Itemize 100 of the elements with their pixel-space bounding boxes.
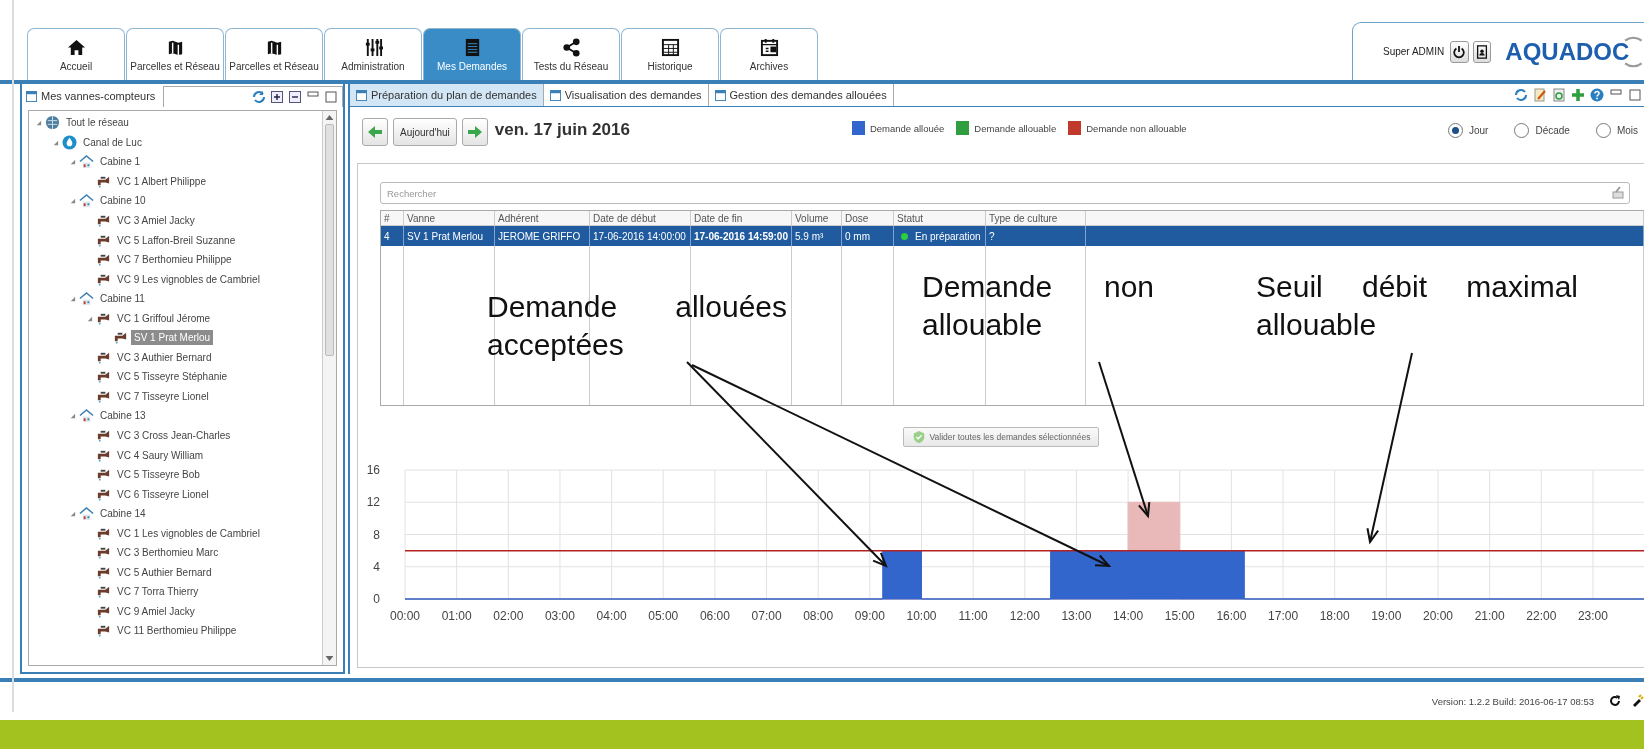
house-icon [79,193,94,209]
expand-toggle-icon[interactable] [86,314,93,322]
tree-item[interactable]: VC 5 Authier Bernard [114,564,215,580]
x-tick-label: 14:00 [1113,609,1144,623]
left-arrow-icon [367,124,383,140]
tree-item[interactable]: Canal de Luc [80,134,145,150]
tree-item[interactable]: Cabine 13 [97,408,149,424]
profile-button[interactable] [1472,40,1492,63]
column-header[interactable]: Date de fin [690,211,792,226]
nav-tab[interactable]: Archives [720,28,818,80]
window-icon [549,89,561,101]
column-header[interactable]: Vanne [403,211,495,226]
search-field[interactable]: Rechercher [380,182,1630,204]
tree-item[interactable]: Cabine 14 [97,506,149,522]
refresh-icon[interactable] [1514,88,1528,102]
legend-label: Demande allouable [974,122,1057,134]
home-icon [66,37,86,57]
next-day-button[interactable] [461,118,488,146]
column-header[interactable]: # [381,211,404,226]
maximize-icon[interactable] [1628,88,1642,102]
reload-icon[interactable] [1608,694,1622,708]
tree-item[interactable]: VC 5 Tisseyre Stéphanie [114,369,231,385]
column-header[interactable]: Volume [791,211,842,226]
collapse-all-icon[interactable] [288,89,302,104]
tap-icon [96,252,111,268]
status-dot-icon [901,232,908,240]
tree-item[interactable]: VC 7 Berthomieu Philippe [114,252,235,268]
nav-tab[interactable]: Accueil [27,28,125,80]
expand-toggle-icon[interactable] [52,138,59,146]
column-header[interactable]: Type de culture [985,211,1086,226]
tree-item[interactable]: VC 9 Amiel Jacky [114,603,198,619]
eraser-icon[interactable] [1611,186,1625,200]
x-tick-label: 07:00 [751,609,782,623]
column-header[interactable]: Dose [841,211,894,226]
previous-day-button[interactable] [362,118,388,146]
tree-item[interactable]: VC 11 Berthomieu Philippe [114,623,240,639]
tree-item[interactable]: VC 9 Les vignobles de Cambriel [114,271,263,287]
x-tick-label: 02:00 [493,609,524,623]
tree-item[interactable]: VC 3 Authier Bernard [114,349,215,365]
tree-item[interactable]: VC 1 Les vignobles de Cambriel [114,525,263,541]
tree-item[interactable]: VC 7 Torra Thierry [114,584,202,600]
power-button[interactable] [1450,40,1469,63]
annotation-text: Demande non allouable [922,269,1154,343]
tree-item[interactable]: VC 3 Amiel Jacky [114,213,198,228]
x-tick-label: 23:00 [1577,609,1608,623]
tree-item[interactable]: VC 3 Berthomieu Marc [114,545,222,561]
nav-tab[interactable]: Parcelles et Réseau [126,28,224,80]
refresh-icon[interactable] [252,89,266,104]
period-radio[interactable]: Jour [1441,122,1495,138]
x-tick-label: 22:00 [1526,609,1557,623]
y-tick-label: 0 [373,592,380,606]
expand-toggle-icon[interactable] [69,197,76,205]
recycle-icon[interactable] [1552,88,1566,102]
expand-toggle-icon[interactable] [69,158,76,166]
tree-item[interactable]: VC 1 Griffoul Jérome [114,310,214,326]
tree-item[interactable]: VC 4 Saury William [114,447,207,463]
today-button[interactable]: Aujourd'hui [393,118,457,146]
tree-item[interactable]: Tout le réseau [63,115,132,131]
period-radio[interactable]: Mois [1589,122,1644,138]
table-row[interactable]: 4 SV 1 Prat Merlou JEROME GRIFFO 17-06-2016 14:00:00 17-06-2016 14:59:00 5.9 m³ 0 mm En préparation ? [381,225,1644,246]
expand-toggle-icon[interactable] [69,412,76,420]
tree-item[interactable]: VC 1 Albert Philippe [114,173,209,189]
annotation-text: Seuil débit maximal allouable [1256,269,1578,343]
tree-item[interactable]: VC 5 Tisseyre Bob [114,467,203,483]
expand-toggle-icon[interactable] [69,295,76,303]
x-tick-label: 03:00 [544,609,575,623]
tree-item[interactable]: Cabine 11 [97,291,148,307]
house-icon [79,506,94,522]
expand-all-icon[interactable] [270,89,284,104]
period-radio[interactable]: Décade [1508,122,1576,138]
column-header[interactable]: Date de début [589,211,691,226]
nav-tab[interactable]: Mes Demandes [423,28,521,80]
right-arrow-icon [466,124,483,140]
maximize-icon[interactable] [324,89,338,104]
tree-item[interactable]: VC 5 Laffon-Breil Suzanne [114,232,239,248]
tree-item[interactable]: Cabine 10 [97,193,149,209]
edit-icon[interactable] [1533,88,1547,102]
x-tick-label: 15:00 [1164,609,1195,623]
tap-icon [96,623,111,639]
nav-tab[interactable]: Parcelles et Réseau [225,28,323,80]
tree-item[interactable]: VC 6 Tisseyre Lionel [114,486,212,502]
tree-item[interactable]: VC 7 Tisseyre Lionel [114,388,212,404]
nav-tab[interactable]: Historique [621,28,719,80]
x-tick-label: 06:00 [699,609,730,623]
tree-item[interactable]: VC 3 Cross Jean-Charles [114,428,234,443]
help-icon[interactable] [1590,88,1604,102]
expand-toggle-icon[interactable] [35,119,42,127]
nav-tab[interactable]: Tests du Réseau [522,28,620,80]
column-header[interactable]: Statut [893,211,986,226]
tap-icon [96,545,111,561]
add-icon[interactable] [1571,88,1585,102]
view-tab[interactable]: Préparation du plan de demandes [350,84,544,106]
expand-toggle-icon[interactable] [69,510,76,518]
x-tick-label: 04:00 [596,609,627,623]
scrollbar[interactable] [322,111,336,665]
nav-tab[interactable]: Administration [324,28,422,80]
calendar-icon [759,37,779,57]
column-header[interactable]: Adhérent [494,211,590,226]
validate-button[interactable]: Valider toutes les demandes sélectionnées [902,427,1100,447]
tree-item[interactable]: Cabine 1 [97,154,144,170]
